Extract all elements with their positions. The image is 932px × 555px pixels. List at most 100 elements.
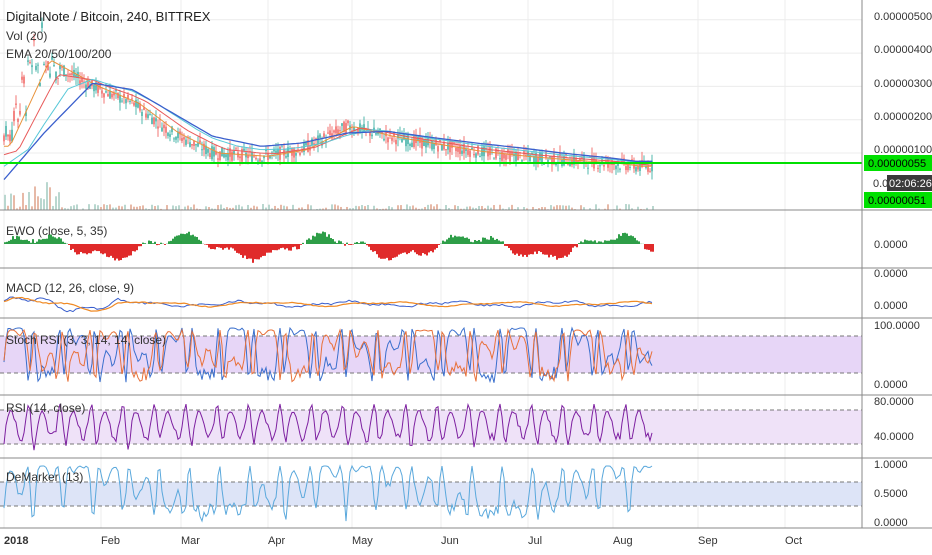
volume-bar xyxy=(280,205,282,210)
ewo-bar xyxy=(382,244,384,259)
ewo-bar xyxy=(602,243,604,244)
candle-body xyxy=(433,143,434,149)
time-label-apr: Apr xyxy=(268,535,285,547)
volume-bar xyxy=(175,206,177,210)
candle-body xyxy=(629,167,630,168)
chart-canvas[interactable]: DigitalNote / Bitcoin, 240, BITTREX Vol … xyxy=(0,0,932,550)
ewo-bar xyxy=(100,244,102,253)
ewo-bar xyxy=(556,244,558,260)
volume-bar xyxy=(205,206,207,210)
ewo-bar xyxy=(310,240,312,244)
candle-body xyxy=(335,126,336,133)
ewo-bar xyxy=(388,244,390,260)
candle-body xyxy=(107,94,108,96)
price-tick-1: 0.00000500 xyxy=(874,11,932,23)
ewo-bar xyxy=(102,244,104,254)
macd-label: MACD (12, 26, close, 9) xyxy=(6,281,134,295)
candle-body xyxy=(493,159,494,160)
candle-body xyxy=(345,123,346,133)
ewo-bar xyxy=(148,241,150,244)
ewo-bar xyxy=(196,237,198,244)
ewo-bar xyxy=(266,244,268,253)
volume-bar xyxy=(556,205,558,210)
volume-bar xyxy=(388,206,390,210)
ewo-bar xyxy=(274,244,276,250)
ewo-bar xyxy=(160,243,162,244)
ewo-bar xyxy=(452,237,454,244)
time-label-feb: Feb xyxy=(101,535,120,547)
ewo-bar xyxy=(488,240,490,244)
ewo-bar xyxy=(210,244,212,249)
ewo-bar xyxy=(248,244,250,259)
ewo-bar xyxy=(300,244,302,245)
time-label-jun: Jun xyxy=(441,535,459,547)
candle-body xyxy=(597,168,598,169)
candle-body xyxy=(175,137,176,140)
candle-body xyxy=(319,134,320,137)
volume-bar xyxy=(337,205,339,210)
volume-bar xyxy=(157,205,159,210)
ewo-bar xyxy=(332,239,334,244)
candle-body xyxy=(165,127,166,133)
ewo-bar xyxy=(292,244,294,247)
volume-bar xyxy=(52,206,54,210)
candle-body xyxy=(469,151,470,157)
rsi-tick-40: 40.0000 xyxy=(874,431,914,443)
volume-bar xyxy=(406,204,408,210)
volume-bar xyxy=(217,205,219,210)
volume-bar xyxy=(151,205,153,210)
candle-body xyxy=(619,169,620,170)
volume-bar xyxy=(142,205,144,210)
volume-bar xyxy=(139,206,141,210)
ewo-bar xyxy=(496,239,498,244)
candle-body xyxy=(243,149,244,151)
ewo-bar xyxy=(476,241,478,244)
candle-body xyxy=(23,77,24,84)
demarker-tick-0: 0.0000 xyxy=(874,517,908,529)
ewo-bar xyxy=(512,244,514,253)
ewo-bar xyxy=(538,244,540,251)
ewo-bar xyxy=(308,238,310,244)
ewo-bar xyxy=(230,244,232,247)
ewo-bar xyxy=(364,243,366,244)
time-label-aug: Aug xyxy=(613,535,633,547)
volume-bar xyxy=(355,206,357,210)
ewo-bar xyxy=(384,244,386,259)
ewo-bar xyxy=(580,241,582,244)
ewo-bar xyxy=(356,242,358,244)
candle-body xyxy=(477,145,478,154)
volume-bar xyxy=(262,204,264,210)
candle-body xyxy=(189,142,190,147)
ewo-bar xyxy=(494,240,496,244)
ewo-bar xyxy=(454,236,456,244)
candle-body xyxy=(93,85,94,91)
ewo-bar xyxy=(72,244,74,249)
volume-bar xyxy=(454,205,456,210)
candle-body xyxy=(461,151,462,154)
ewo-bar xyxy=(424,244,426,254)
time-label-sep: Sep xyxy=(698,535,718,547)
macd-tick-top: 0.0000 xyxy=(874,268,908,280)
candle-body xyxy=(13,111,14,121)
ewo-bar xyxy=(624,233,626,244)
ewo-bar xyxy=(42,239,44,244)
ewo-bar xyxy=(76,244,78,255)
candle-body xyxy=(235,148,236,149)
candle-body xyxy=(157,126,158,128)
volume-bar xyxy=(241,206,243,210)
volume-bar xyxy=(553,207,555,210)
candle-body xyxy=(547,160,548,162)
ewo-bar xyxy=(326,237,328,244)
volume-bar xyxy=(427,205,429,210)
ewo-bar xyxy=(264,244,266,256)
trading-chart[interactable]: DigitalNote / Bitcoin, 240, BITTREX Vol … xyxy=(0,0,932,550)
candle-body xyxy=(161,128,162,132)
ewo-bar xyxy=(10,240,12,244)
ewo-bar xyxy=(282,244,284,248)
volume-bar xyxy=(37,196,39,210)
ewo-bar xyxy=(298,244,300,249)
candle-body xyxy=(191,144,192,146)
volume-bar xyxy=(487,206,489,210)
candle-body xyxy=(203,144,204,150)
candle-body xyxy=(567,164,568,165)
